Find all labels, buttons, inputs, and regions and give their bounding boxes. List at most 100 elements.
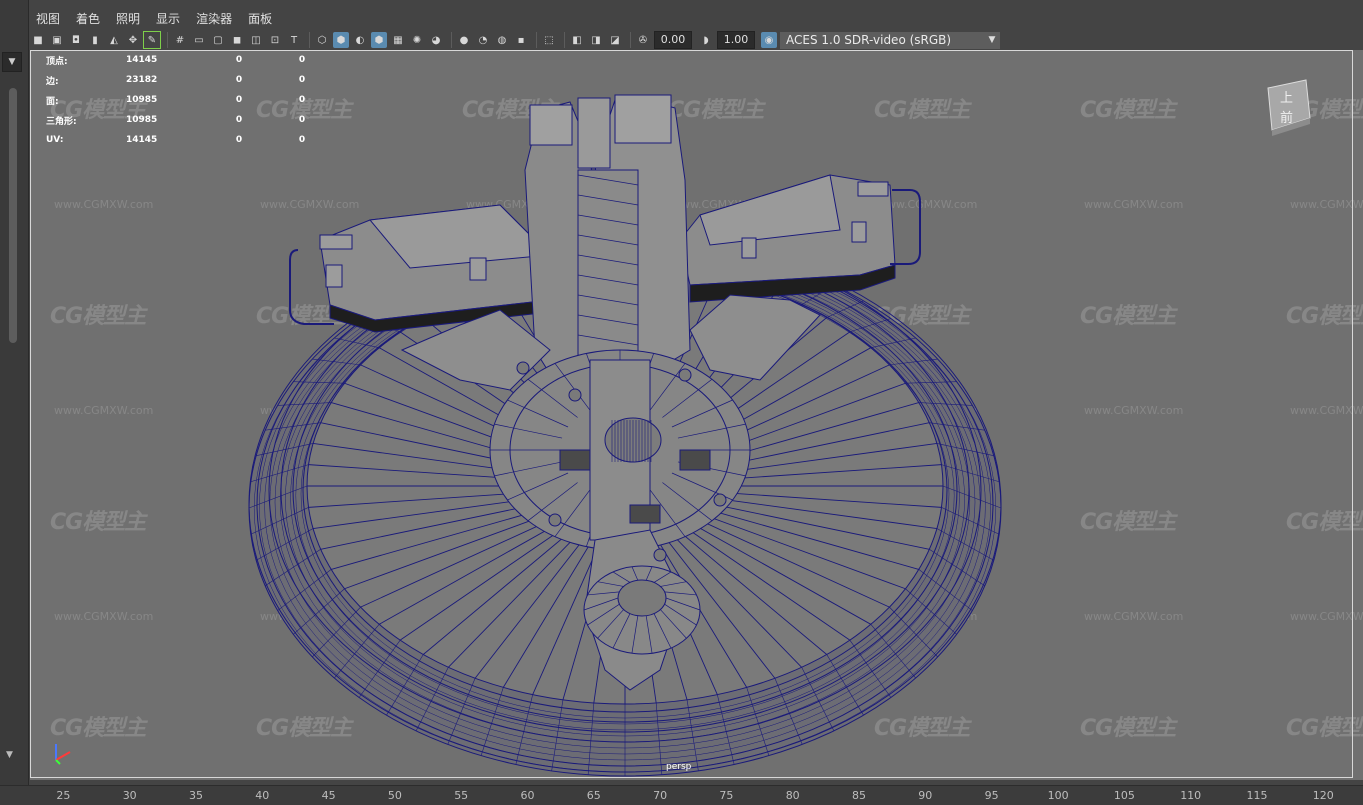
- grid-icon[interactable]: #: [172, 32, 188, 48]
- timeline-tick-label: 80: [785, 789, 800, 802]
- motion-blur-icon[interactable]: ◔: [475, 32, 491, 48]
- safe-action-icon[interactable]: ⊡: [267, 32, 283, 48]
- poly-count-hud: 顶点: 14145 0 0 边: 23182 0 0 面: 10985 0 0 …: [46, 50, 332, 150]
- gamma-icon[interactable]: ◗: [698, 32, 714, 48]
- bookmark-flag-icon[interactable]: ▮: [87, 32, 103, 48]
- hud-value: 0: [235, 55, 243, 65]
- timeline-tick-label: 120: [1312, 789, 1334, 802]
- screen-space-ao-icon[interactable]: ●: [456, 32, 472, 48]
- timeline-tick-label: 40: [255, 789, 270, 802]
- timeline-tick-label: 60: [520, 789, 535, 802]
- timeline-tick-label: 90: [918, 789, 933, 802]
- menu-shading[interactable]: 着色: [68, 10, 108, 27]
- bookmarks-icon[interactable]: ◘: [68, 32, 84, 48]
- menu-lighting[interactable]: 照明: [108, 10, 148, 27]
- timeline-tick-label: 25: [56, 789, 71, 802]
- field-chart-icon[interactable]: ◫: [248, 32, 264, 48]
- timeline-tick-label: 85: [852, 789, 866, 802]
- hud-label: 顶点:: [46, 56, 68, 67]
- timeline-tick-label: 55: [454, 789, 469, 802]
- toolbar-divider: [167, 32, 168, 48]
- viewport-menubar: 视图 着色 照明 显示 渲染器 面板: [28, 6, 1363, 30]
- hud-value: 0: [235, 135, 243, 145]
- hud-label: 边:: [46, 76, 59, 87]
- viewcube-top-label: 上: [1280, 91, 1293, 106]
- camera-name-label: persp: [666, 762, 692, 772]
- shadows-icon[interactable]: ◕: [428, 32, 444, 48]
- menu-view[interactable]: 视图: [28, 10, 68, 27]
- xray-icon[interactable]: ◧: [569, 32, 585, 48]
- gate-mask-icon[interactable]: ◼: [229, 32, 245, 48]
- gamma-field[interactable]: 1.00: [717, 31, 755, 49]
- hud-row-faces: 面: 10985 0 0: [46, 90, 332, 110]
- menu-renderer[interactable]: 渲染器: [188, 10, 240, 27]
- timeline-tick-label: 75: [719, 789, 734, 802]
- wireframe-on-shaded-icon[interactable]: ⬢: [371, 32, 387, 48]
- smooth-shade-icon[interactable]: ⬢: [333, 32, 349, 48]
- hud-value: 0: [235, 95, 243, 105]
- scroll-down-arrow-icon[interactable]: ▼: [6, 750, 13, 760]
- panel-dropdown-button[interactable]: ▼: [2, 52, 22, 72]
- xray-joints-icon[interactable]: ◪: [607, 32, 623, 48]
- select-camera-icon[interactable]: ■: [30, 32, 46, 48]
- wireframe-icon[interactable]: ⬡: [314, 32, 330, 48]
- timeline-tick-label: 65: [586, 789, 601, 802]
- timeline-tick-label: 95: [984, 789, 999, 802]
- view-transform-icon[interactable]: ◉: [761, 32, 777, 48]
- toolbar-divider: [451, 32, 452, 48]
- menu-panels[interactable]: 面板: [240, 10, 280, 27]
- hud-value: 0: [298, 115, 306, 125]
- timeline-tick-label: 70: [653, 789, 668, 802]
- time-slider-ruler[interactable]: 25 30 35 40 45 50 55 60 65 70 75 80 85 90 95 100 105 110 1…: [0, 785, 1363, 805]
- toolbar-divider: [630, 32, 631, 48]
- perspective-viewport[interactable]: CG模型主CG模型主CG模型主CG模型主CG模型主CG模型主CG模型主CG模型主…: [30, 50, 1363, 780]
- view-cube[interactable]: 上 前: [1266, 78, 1312, 136]
- toolbar-divider: [309, 32, 310, 48]
- hud-value: 14145: [126, 135, 158, 145]
- viewcube-front-label: 前: [1280, 110, 1293, 126]
- depth-of-field-icon[interactable]: ▪: [513, 32, 529, 48]
- hud-value: 23182: [126, 75, 158, 85]
- hud-value: 10985: [126, 115, 158, 125]
- isolate-select-icon[interactable]: ⬚: [541, 32, 557, 48]
- timeline-tick-label: 30: [122, 789, 137, 802]
- timeline-tick-label: 105: [1113, 789, 1135, 802]
- toolbar-divider: [536, 32, 537, 48]
- menu-show[interactable]: 显示: [148, 10, 188, 27]
- camera-attributes-icon[interactable]: ▣: [49, 32, 65, 48]
- textured-icon[interactable]: ▦: [390, 32, 406, 48]
- grease-pencil-icon[interactable]: ✎: [143, 31, 161, 49]
- timeline-tick-label: 115: [1246, 789, 1268, 802]
- safe-title-icon[interactable]: T: [286, 32, 302, 48]
- view-transform-dropdown[interactable]: ACES 1.0 SDR-video (sRGB) ▼: [780, 31, 1000, 49]
- hud-value: 14145: [126, 55, 158, 65]
- timeline-tick-label: 110: [1180, 789, 1202, 802]
- panel-scrollbar[interactable]: [9, 88, 17, 343]
- timeline-tick-label: 100: [1047, 789, 1069, 802]
- resolution-gate-icon[interactable]: ▢: [210, 32, 226, 48]
- outliner-edge-panel: ▼ ▼: [0, 0, 29, 804]
- exposure-field[interactable]: 0.00: [654, 31, 692, 49]
- timeline-tick-label: 35: [189, 789, 203, 802]
- default-material-icon[interactable]: ◐: [352, 32, 368, 48]
- hud-value: 10985: [126, 95, 158, 105]
- hud-value: 0: [298, 55, 306, 65]
- image-plane-icon[interactable]: ◭: [106, 32, 122, 48]
- panel-toolbar: ■ ▣ ◘ ▮ ◭ ✥ ✎ # ▭ ▢ ◼ ◫ ⊡ T ⬡ ⬢ ◐ ⬢ ▦ ✺ …: [30, 30, 1363, 50]
- view-transform-label: ACES 1.0 SDR-video (sRGB): [786, 32, 952, 47]
- hud-value: 0: [298, 95, 306, 105]
- axis-gizmo: [55, 744, 71, 765]
- chevron-down-icon: ▼: [988, 34, 996, 45]
- multisample-aa-icon[interactable]: ◍: [494, 32, 510, 48]
- timeline-tick-label: 45: [321, 789, 336, 802]
- hud-value: 0: [235, 75, 243, 85]
- wireframe-model[interactable]: [30, 50, 1363, 780]
- hud-row-triangles: 三角形: 10985 0 0: [46, 110, 332, 130]
- hud-row-vertices: 顶点: 14145 0 0: [46, 50, 332, 70]
- xray-active-components-icon[interactable]: ◨: [588, 32, 604, 48]
- exposure-icon[interactable]: ✇: [635, 32, 651, 48]
- toolbar-divider: [564, 32, 565, 48]
- use-all-lights-icon[interactable]: ✺: [409, 32, 425, 48]
- film-gate-icon[interactable]: ▭: [191, 32, 207, 48]
- 2d-pan-zoom-icon[interactable]: ✥: [125, 32, 141, 48]
